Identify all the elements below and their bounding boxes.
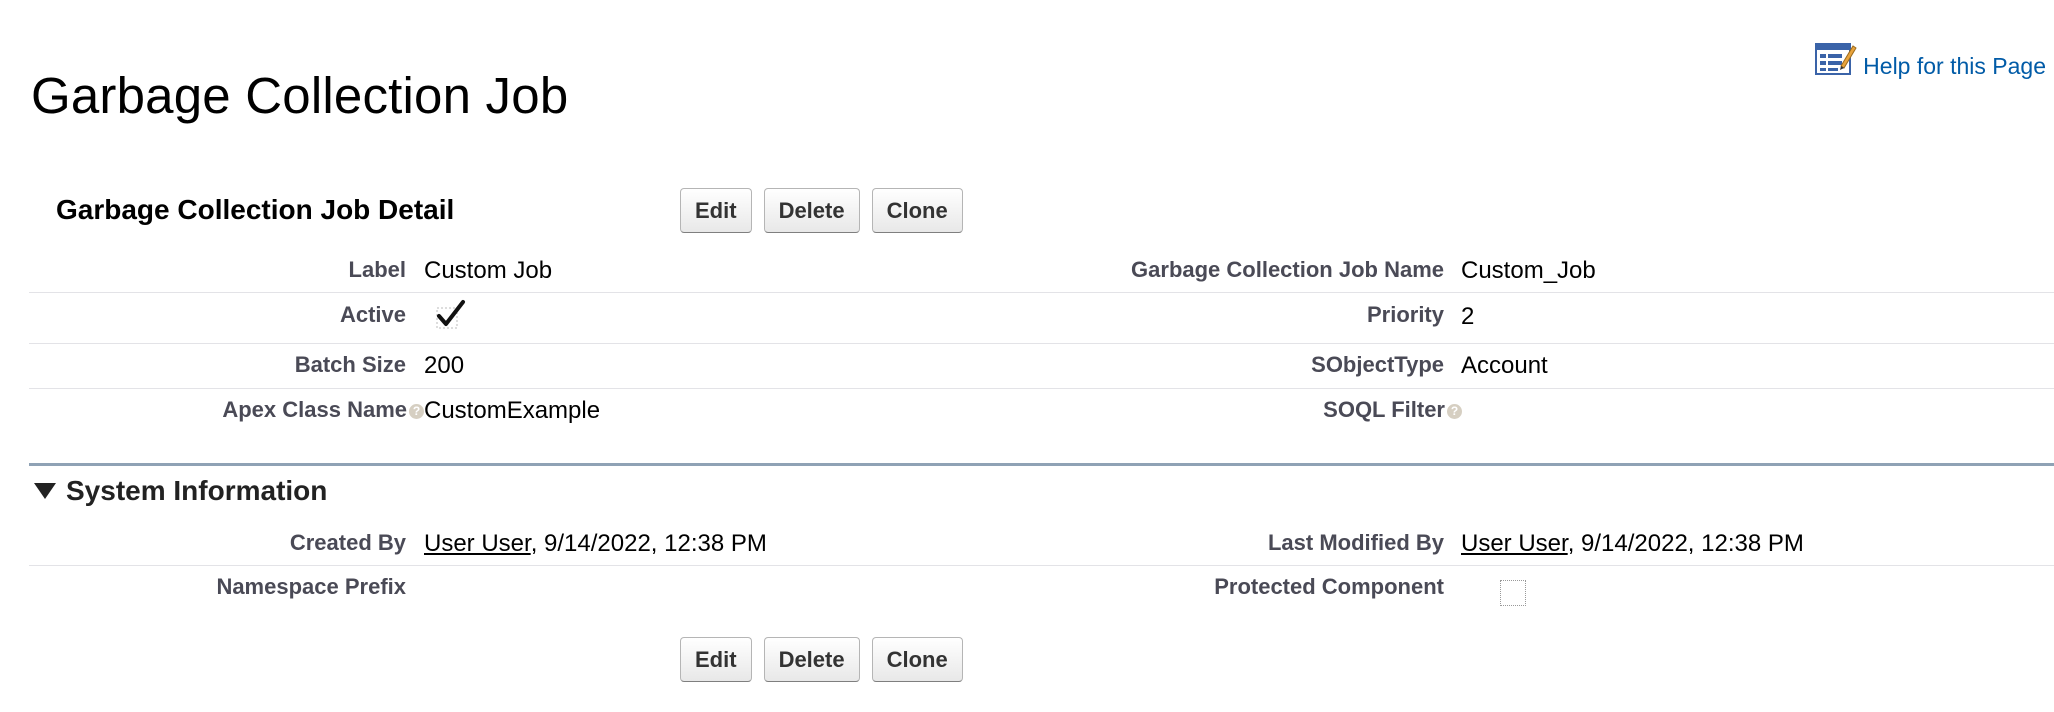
edit-button[interactable]: Edit [680,637,752,682]
namespace-prefix-field-label: Namespace Prefix [216,574,406,599]
section-divider [29,463,2054,466]
page-title: Garbage Collection Job [31,67,569,125]
detail-field-grid: Label Custom Job Garbage Collection Job … [29,248,2054,439]
edit-button[interactable]: Edit [680,188,752,233]
delete-button[interactable]: Delete [763,188,860,233]
help-for-this-page-link[interactable]: Help for this Page [1863,53,2046,80]
field-row: Label Custom Job Garbage Collection Job … [29,248,2054,293]
clone-button[interactable]: Clone [871,188,963,233]
priority-field-value: 2 [1461,303,1475,330]
field-row: Created By User User, 9/14/2022, 12:38 P… [29,522,2054,566]
field-row: Batch Size 200 SObjectType Account [29,344,2054,389]
soql-filter-field-label: SOQL Filter? [1323,397,1462,423]
active-field-label: Active [339,302,406,327]
last-modified-by-date: , 9/14/2022, 12:38 PM [1567,530,1804,557]
sobject-type-field-label: SObjectType [1311,352,1444,377]
field-row: Active Priority 2 [29,293,2054,344]
batch-size-field-label: Batch Size [294,352,406,377]
top-button-bar: Edit Delete Clone [680,188,963,233]
job-name-field-value: Custom_Job [1461,257,1596,284]
unchecked-checkbox-icon [1500,580,1526,606]
field-row: Namespace Prefix Protected Component [29,566,2054,614]
label-field-label: Label [348,257,406,282]
field-row: Apex Class Name? CustomExample SOQL Filt… [29,389,2054,439]
apex-class-label-text: Apex Class Name [222,397,407,422]
created-by-field-value: User User, 9/14/2022, 12:38 PM [424,530,767,558]
last-modified-by-field-label: Last Modified By [1267,530,1444,555]
detail-section-title: Garbage Collection Job Detail [56,194,455,225]
last-modified-by-user-link[interactable]: User User [1461,530,1568,557]
bottom-button-bar: Edit Delete Clone [680,637,963,682]
page: Garbage Collection Job Help for this Pag… [0,0,2054,712]
clone-button[interactable]: Clone [871,637,963,682]
system-information-title: System Information [66,475,328,506]
system-information-toggle[interactable]: System Information [34,475,327,507]
last-modified-by-field-value: User User, 9/14/2022, 12:38 PM [1461,530,1804,558]
batch-size-field-value: 200 [424,352,465,379]
checked-checkbox-icon [436,300,465,329]
created-by-user-link[interactable]: User User [424,530,531,557]
protected-component-field-label: Protected Component [1214,574,1444,599]
sobject-type-field-value: Account [1461,352,1548,379]
created-by-field-label: Created By [289,530,406,555]
created-by-date: , 9/14/2022, 12:38 PM [530,530,767,557]
label-field-value: Custom Job [424,257,553,284]
job-name-field-label: Garbage Collection Job Name [1131,257,1444,282]
help-page-icon[interactable] [1815,40,1857,76]
delete-button[interactable]: Delete [763,637,860,682]
system-info-field-grid: Created By User User, 9/14/2022, 12:38 P… [29,522,2054,614]
apex-class-field-label: Apex Class Name? [222,397,424,423]
help-bubble-icon[interactable]: ? [409,403,424,419]
help-link-container[interactable]: Help for this Page [1815,40,2046,79]
collapse-triangle-icon[interactable] [34,483,56,499]
help-bubble-icon[interactable]: ? [1447,403,1462,419]
soql-filter-label-text: SOQL Filter [1323,397,1445,422]
apex-class-field-value: CustomExample [424,397,601,424]
priority-field-label: Priority [1366,302,1444,327]
